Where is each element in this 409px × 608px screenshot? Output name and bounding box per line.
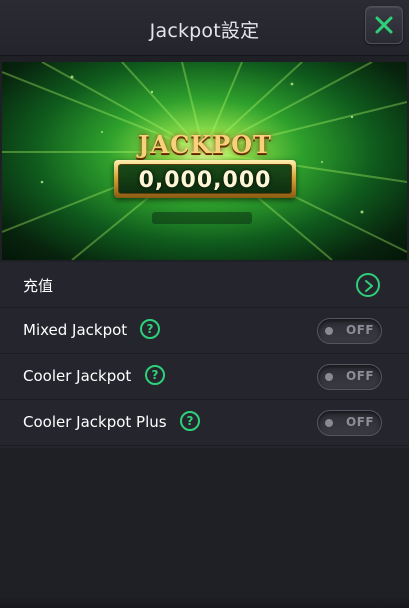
cooler-jackpot-label: Cooler Jackpot xyxy=(23,367,132,385)
jackpot-sign: JACKPOT 0,000,000 xyxy=(110,130,300,202)
help-icon[interactable]: ? xyxy=(180,411,200,431)
toggle-knob xyxy=(325,373,333,381)
cooler-jackpot-toggle[interactable]: OFF xyxy=(317,364,382,390)
cooler-jackpot-row: Cooler Jackpot ? OFF xyxy=(0,354,409,400)
toggle-state: OFF xyxy=(346,415,375,429)
mixed-jackpot-toggle[interactable]: OFF xyxy=(317,318,382,344)
toggle-knob xyxy=(325,327,333,335)
toggle-state: OFF xyxy=(346,369,375,383)
mixed-jackpot-row: Mixed Jackpot ? OFF xyxy=(0,308,409,354)
page-title: Jackpot設定 xyxy=(149,20,260,42)
recharge-label: 充值 xyxy=(23,277,54,295)
empty-panel-area xyxy=(0,448,409,608)
header-bar: Jackpot設定 xyxy=(0,0,409,56)
chevron-right-icon xyxy=(365,280,373,292)
mixed-jackpot-label: Mixed Jackpot xyxy=(23,321,128,339)
jackpot-amount-plate: 0,000,000 xyxy=(114,160,296,198)
close-x-icon xyxy=(375,16,393,34)
close-button[interactable] xyxy=(365,6,403,44)
toggle-knob xyxy=(325,419,333,427)
settings-list: 充值 Mixed Jackpot ? OFF Cooler Jackpot ? … xyxy=(0,262,409,448)
help-icon[interactable]: ? xyxy=(145,365,165,385)
jackpot-banner: JACKPOT 0,000,000 xyxy=(2,62,407,260)
jackpot-amount: 0,000,000 xyxy=(138,168,272,193)
help-icon[interactable]: ? xyxy=(140,319,160,339)
jackpot-title-text: JACKPOT xyxy=(138,130,272,159)
cooler-jackpot-plus-row: Cooler Jackpot Plus ? OFF xyxy=(0,400,409,446)
recharge-button[interactable] xyxy=(356,273,380,297)
recharge-row[interactable]: 充值 xyxy=(0,262,409,308)
cooler-jackpot-plus-toggle[interactable]: OFF xyxy=(317,410,382,436)
cooler-jackpot-plus-label: Cooler Jackpot Plus xyxy=(23,413,167,431)
toggle-state: OFF xyxy=(346,323,375,337)
